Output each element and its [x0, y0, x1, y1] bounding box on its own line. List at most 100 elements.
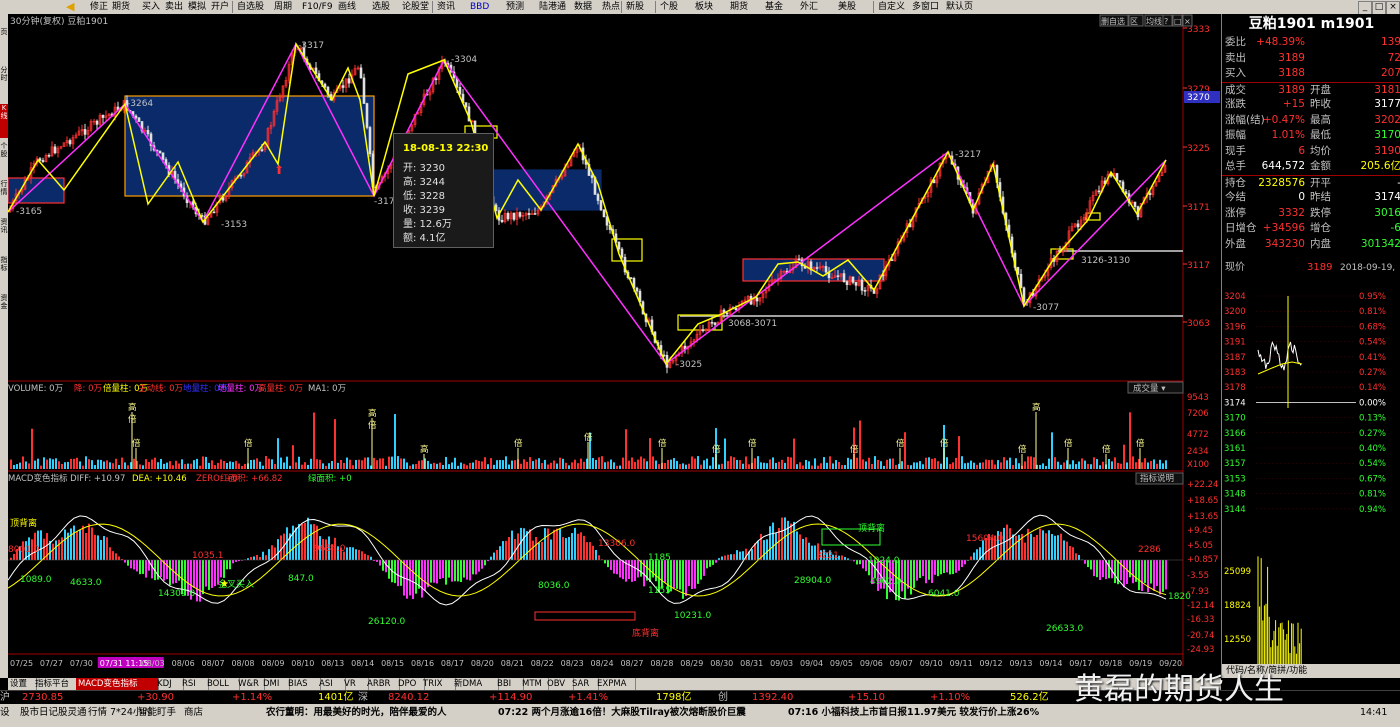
status-news-7[interactable]: 农行董明：用最美好的时光，陪伴最爱的人: [266, 706, 447, 720]
intraday-mini-chart[interactable]: 3204 0.95% 3200 0.81% 3196 0.68% 3191 0.54% 3187…: [1222, 278, 1400, 664]
status-index-14: 526.2亿: [1010, 692, 1049, 703]
macd-bar: [949, 560, 951, 575]
close-icon[interactable]: ×: [1386, 1, 1400, 15]
toolbar-item-7[interactable]: 周期: [272, 1, 294, 13]
volume-bar: [727, 461, 729, 469]
left-tab-0[interactable]: 页: [0, 28, 8, 62]
tab-14[interactable]: 新DMA: [452, 678, 499, 690]
date-axis-label: 08/31: [740, 659, 763, 668]
macd-bar: [1132, 560, 1134, 584]
toolbar-item-21[interactable]: 期货: [728, 1, 750, 13]
toolbar-item-12[interactable]: 资讯: [435, 1, 457, 13]
toolbar-item-18[interactable]: 新股: [624, 1, 646, 13]
toolbar-item-15[interactable]: 陆港通: [537, 1, 568, 13]
macd-bar: [1078, 554, 1080, 560]
status-news-6[interactable]: 商店: [184, 706, 203, 720]
macd-explain-button: 指标说明: [1140, 473, 1174, 484]
tab-1[interactable]: 指标平台: [33, 678, 80, 690]
toolbar-item-5[interactable]: 开户: [209, 1, 231, 13]
maximize-icon[interactable]: □: [1372, 1, 1386, 15]
toolbar-item-10[interactable]: 选股: [370, 1, 392, 13]
left-tab-7[interactable]: 资金: [0, 294, 8, 328]
mini-pct-label: 0.14%: [1359, 383, 1386, 393]
volume-bar: [637, 459, 639, 469]
mini-pct-label: 0.68%: [1359, 322, 1386, 332]
toolbar-item-26[interactable]: 多窗口: [910, 1, 941, 13]
left-tab-1[interactable]: 分时: [0, 66, 8, 100]
back-arrow-icon[interactable]: ◀: [66, 1, 80, 13]
status-news-9[interactable]: 07:16 小福科技上市首日报11.97美元 较发行价上涨26%: [788, 706, 1039, 720]
macd-bar: [1030, 533, 1032, 560]
volume-bar: [832, 463, 834, 469]
macd-bar: [484, 560, 486, 566]
volume-bar: [241, 465, 243, 469]
volume-bar: [685, 464, 687, 469]
status-index-12: +15.10: [848, 692, 886, 703]
macd-bar: [970, 556, 972, 560]
macd-bar: [916, 560, 918, 581]
candle-body: [362, 77, 366, 104]
tab-19[interactable]: EXPMA: [595, 678, 636, 690]
toolbar-item-0[interactable]: 修正: [88, 1, 110, 13]
toolbar-item-24[interactable]: 美股: [836, 1, 858, 13]
macd-bar: [277, 539, 279, 560]
status-news-5[interactable]: 智能盯手: [138, 706, 176, 720]
toolbar-item-9[interactable]: 画线: [336, 1, 358, 13]
macd-bar: [106, 537, 108, 560]
toolbar-item-4[interactable]: 模拟: [186, 1, 208, 13]
tab-11[interactable]: ARBR: [365, 678, 400, 690]
tab-8[interactable]: BIAS: [286, 678, 321, 690]
status-news-8[interactable]: 07:22 两个月涨逾16倍！大麻股Tilray被次熔断股价巨震: [498, 706, 746, 720]
candle-body: [1124, 191, 1128, 194]
macd-bar: [673, 560, 675, 589]
status-news-3[interactable]: 行情: [88, 706, 107, 720]
minimize-icon[interactable]: _: [1358, 1, 1372, 15]
toolbar-item-16[interactable]: 数据: [572, 1, 594, 13]
quote-l1: 委比: [1225, 36, 1246, 48]
volume-bar: [868, 457, 870, 469]
status-news-2[interactable]: 股灵通: [58, 706, 87, 720]
tab-5[interactable]: BOLL: [205, 678, 240, 690]
left-tab-2[interactable]: K线: [0, 104, 8, 138]
volume-bar: [802, 465, 804, 469]
volume-bar: [718, 464, 720, 469]
left-tab-5[interactable]: 资讯: [0, 218, 8, 252]
volume-bar: [592, 458, 594, 469]
toolbar-item-19[interactable]: 个股: [658, 1, 680, 13]
volume-bar: [1039, 464, 1041, 469]
status-index-5: 深: [358, 692, 368, 703]
toolbar-item-14[interactable]: 预测: [504, 1, 526, 13]
toolbar-item-22[interactable]: 基金: [763, 1, 785, 13]
status-news-1[interactable]: 股市日记: [20, 706, 58, 720]
toolbar-item-2[interactable]: 买入: [140, 1, 162, 13]
left-tab-3[interactable]: 个股: [0, 142, 8, 176]
toolbar-item-11[interactable]: 论股堂: [400, 1, 431, 13]
price-label: 3126-3130: [1081, 256, 1130, 266]
left-tab-6[interactable]: 指标: [0, 256, 8, 290]
tab-2[interactable]: MACD变色指标: [76, 678, 159, 690]
candle-body: [635, 287, 639, 292]
volume-bar: [193, 460, 195, 469]
toolbar-item-3[interactable]: 卖出: [163, 1, 185, 13]
toolbar-item-17[interactable]: 热点: [600, 1, 622, 13]
toolbar-item-13[interactable]: BBD: [468, 1, 491, 13]
main-chart[interactable]: 3333327932253171311730633270954372064772…: [8, 14, 1221, 678]
mini-price-label: 3161: [1224, 444, 1246, 454]
volume-bar: [382, 458, 384, 469]
tab-13[interactable]: TRIX: [421, 678, 456, 690]
volume-bar: [139, 464, 141, 469]
toolbar-item-23[interactable]: 外汇: [798, 1, 820, 13]
toolbar-item-27[interactable]: 默认页: [944, 1, 975, 13]
volume-bar: [811, 465, 813, 469]
toolbar-item-20[interactable]: 板块: [693, 1, 715, 13]
left-tab-4[interactable]: 行情: [0, 180, 8, 214]
toolbar-item-6[interactable]: 自选股: [235, 1, 266, 13]
toolbar-item-1[interactable]: 期货: [110, 1, 132, 13]
toolbar-item-8[interactable]: F10/F9: [300, 1, 335, 13]
mini-price-label: 3157: [1224, 459, 1246, 469]
macd-bar: [76, 531, 78, 560]
macd-bar: [469, 560, 471, 581]
volume-mark: 倍: [132, 438, 141, 449]
toolbar-item-25[interactable]: 自定义: [876, 1, 907, 13]
volume-bar: [949, 464, 951, 469]
